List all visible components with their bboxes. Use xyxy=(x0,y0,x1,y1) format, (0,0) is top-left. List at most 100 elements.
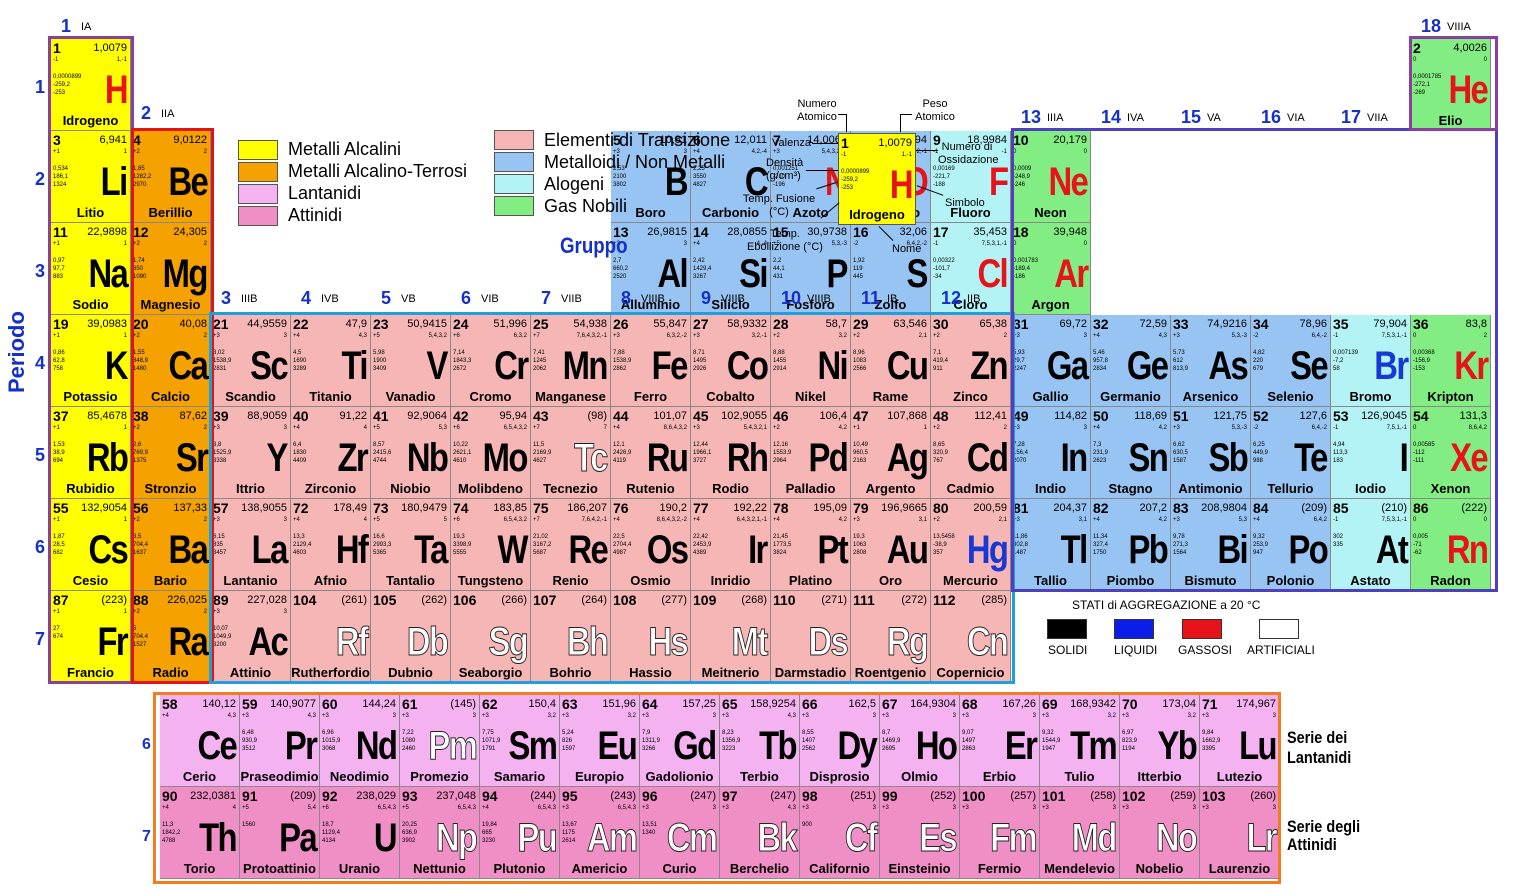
element-cell-as: 33 74,9216 +3 5,3,-3 5,73 612 813,9 As Arsenic… xyxy=(1171,315,1251,407)
element-mass: 195,09 xyxy=(813,502,847,514)
element-cell-dy: 66 162,5 +3 3 8,55 1407 2562 Dy Disprosio xyxy=(800,695,880,787)
element-name: Itterbio xyxy=(1137,769,1182,784)
element-name: Scandio xyxy=(225,389,276,404)
element-oxidation: 3 xyxy=(283,517,287,523)
element-properties: 9,32 253,9 947 xyxy=(1253,534,1269,556)
element-cell-ta: 73 180,9479 +5 5 16,6 2993,3 5365 Ta Tantalio xyxy=(371,499,451,591)
group-number-14: 14 xyxy=(1101,107,1122,127)
element-symbol: Am xyxy=(586,816,638,861)
element-symbol: Ca xyxy=(168,344,208,388)
element-properties: 0,007139 -7,2 58 xyxy=(1333,350,1359,372)
element-name: Gallio xyxy=(1032,389,1069,404)
element-oxidation: 5,4 xyxy=(307,805,316,811)
element-number: 89 xyxy=(213,592,229,608)
element-valence: +3 xyxy=(1173,517,1180,523)
element-symbol: Sg xyxy=(488,620,529,665)
element-oxidation: 2 xyxy=(1003,333,1007,339)
element-oxidation: 3 xyxy=(283,609,287,615)
element-cell-sr: 38 87,62 +2 2 2,6 769,9 1375 Sr Stronzio xyxy=(131,407,211,499)
element-symbol: Ar xyxy=(1053,252,1089,296)
element-valence: +3 xyxy=(962,805,969,811)
element-name: Molibdeno xyxy=(458,481,523,496)
element-properties: 8,65 320,9 767 xyxy=(933,442,949,464)
element-mass: 58,7 xyxy=(825,318,847,330)
element-symbol: Bi xyxy=(1217,528,1248,572)
element-number: 22 xyxy=(293,316,309,332)
element-cell-br: 35 79,904 -1 7,5,3,1,-1 0,007139 -7,2 58 Br Br… xyxy=(1331,315,1411,407)
state-swatch-solid xyxy=(1047,619,1087,639)
element-name: Tellurio xyxy=(1267,481,1314,496)
legend-swatch-alkaline xyxy=(238,162,278,182)
element-oxidation: 3,2 xyxy=(1187,713,1196,719)
key-label-densita: Densità (g/cm³) xyxy=(766,157,804,182)
element-oxidation: 0 xyxy=(1483,57,1487,63)
element-symbol: Sc xyxy=(250,344,288,388)
element-mass: 192,22 xyxy=(733,502,767,514)
element-symbol: Ba xyxy=(168,528,208,572)
element-name: Nobelio xyxy=(1135,861,1184,876)
element-oxidation: 3,2,-1 xyxy=(751,333,767,339)
element-oxidation: 7,6,4,3,2,-1 xyxy=(576,333,607,339)
element-number: 23 xyxy=(373,316,389,332)
element-properties: 5 704,4 1527 xyxy=(133,626,149,648)
element-valence: +2 xyxy=(933,517,940,523)
element-number: 40 xyxy=(293,408,309,424)
element-name: Tantalio xyxy=(386,573,435,588)
element-symbol: Y xyxy=(266,436,289,480)
element-valence: +6 xyxy=(453,333,460,339)
element-properties: 12,44 1966,1 3727 xyxy=(693,442,712,464)
element-oxidation: 6,3,2,-2 xyxy=(666,333,687,339)
element-cell-la: 57 138,9055 +3 3 6,15 835 3457 La Lantanio xyxy=(211,499,291,591)
element-symbol: K xyxy=(104,344,129,388)
element-name: Roentgenio xyxy=(854,665,927,680)
element-oxidation: 0 xyxy=(1083,149,1087,155)
element-number: 14 xyxy=(693,224,709,240)
state-label-liquid: LIQUIDI xyxy=(1114,643,1158,657)
element-properties: 302 335 xyxy=(1333,534,1344,548)
element-name: Argon xyxy=(1031,297,1070,312)
element-mass: 55,847 xyxy=(653,318,687,330)
element-name: Dubnio xyxy=(388,665,433,680)
element-cell-xe: 54 131,3 0 8,6,4,2 0,00585 -112 -111 Xe Xenon xyxy=(1411,407,1491,499)
element-oxidation: 1 xyxy=(123,241,127,247)
element-symbol: Np xyxy=(435,816,478,861)
element-valence: +3 xyxy=(853,517,860,523)
element-properties: 0,86 62,8 758 xyxy=(53,350,65,372)
element-mass: 183,85 xyxy=(493,502,527,514)
group-roman-4: IVB xyxy=(321,293,339,305)
element-number: 90 xyxy=(162,788,178,804)
element-name: Berchelio xyxy=(729,861,790,876)
element-name: Titanio xyxy=(309,389,352,404)
element-properties: 6,48 930,9 3512 xyxy=(242,730,258,752)
element-valence: 0 xyxy=(1413,57,1417,63)
element-valence: +2 xyxy=(133,149,140,155)
element-valence: +3 xyxy=(562,805,569,811)
element-name: Einsteinio xyxy=(888,861,951,876)
element-properties: 0,00169 -221,7 -188 xyxy=(933,166,955,188)
element-symbol: Os xyxy=(646,528,689,572)
element-properties: 7,1 419,4 911 xyxy=(933,350,949,372)
element-number: 33 xyxy=(1173,316,1189,332)
element-name: Selenio xyxy=(1267,389,1314,404)
element-mass: 196,9665 xyxy=(881,502,927,514)
element-oxidation: 1 xyxy=(123,517,127,523)
element-name: Oro xyxy=(878,573,903,588)
element-symbol: Ir xyxy=(748,528,768,572)
element-oxidation: 6,4,-2 xyxy=(1311,425,1327,431)
element-valence: +3 xyxy=(642,713,649,719)
element-cell-be: 4 9,0122 +2 2 1,85 1282,2 2970 Be Berillio xyxy=(131,131,211,223)
element-number: 53 xyxy=(1333,408,1349,424)
element-cell-ru: 44 101,07 +4 8,6,4,3,2 12,1 2426,9 4119 Ru Rut… xyxy=(611,407,691,499)
element-name: Attinio xyxy=(229,665,272,680)
element-cell-mt: 109 (268) Mt Meitnerio xyxy=(691,591,771,683)
element-name: Disprosio xyxy=(809,769,870,784)
element-cell-h: 1 1,0079 -1 1,-1 0,0000899 -259,2 -253 H Idrog… xyxy=(51,39,131,131)
group-roman-3: IIIB xyxy=(241,293,258,305)
element-symbol: Se xyxy=(1290,344,1328,388)
group-roman-8: VIIIB xyxy=(641,293,665,305)
element-number: 4 xyxy=(133,132,141,148)
element-cell-er: 68 167,26 +3 3 9,07 1497 2863 Er Erbio xyxy=(960,695,1040,787)
element-name: Erbio xyxy=(982,769,1017,784)
element-symbol: Bh xyxy=(566,620,609,665)
element-cell-sm: 62 150,4 +3 3,2 7,75 1071,9 1791 Sm Samario xyxy=(480,695,560,787)
